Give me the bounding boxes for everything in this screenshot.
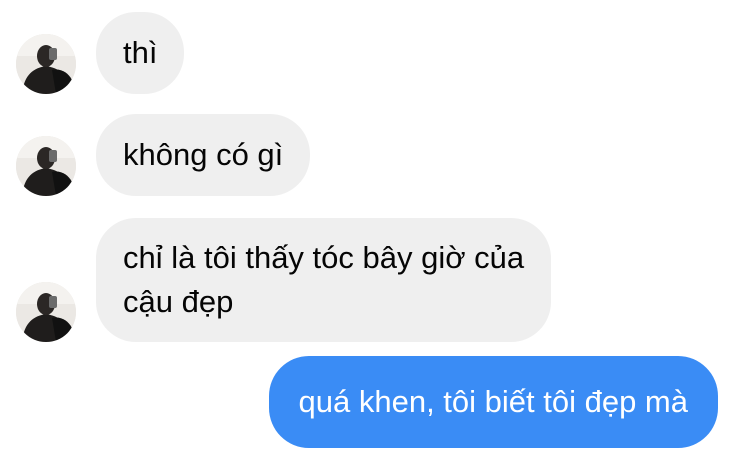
contact-avatar[interactable]: [16, 136, 76, 196]
avatar-photo-icon: [16, 136, 76, 196]
message-bubble-received[interactable]: không có gì: [96, 114, 311, 196]
contact-avatar[interactable]: [16, 282, 76, 342]
avatar-photo-icon: [16, 34, 76, 94]
message-bubble-sent[interactable]: quá khen, tôi biết tôi đẹp mà: [268, 356, 718, 448]
message-bubble-received[interactable]: chỉ là tôi thấy tóc bây giờ của cậu đẹp: [96, 218, 552, 342]
message-bubble-received[interactable]: thì: [96, 12, 185, 94]
avatar-photo-icon: [16, 282, 76, 342]
message-text: thì: [123, 35, 158, 70]
message-text-line: chỉ là tôi thấy tóc bây giờ của: [123, 240, 525, 275]
message-text: không có gì: [123, 137, 284, 172]
message-text-line: cậu đẹp: [123, 284, 234, 319]
contact-avatar[interactable]: [16, 34, 76, 94]
message-text: quá khen, tôi biết tôi đẹp mà: [298, 384, 688, 419]
